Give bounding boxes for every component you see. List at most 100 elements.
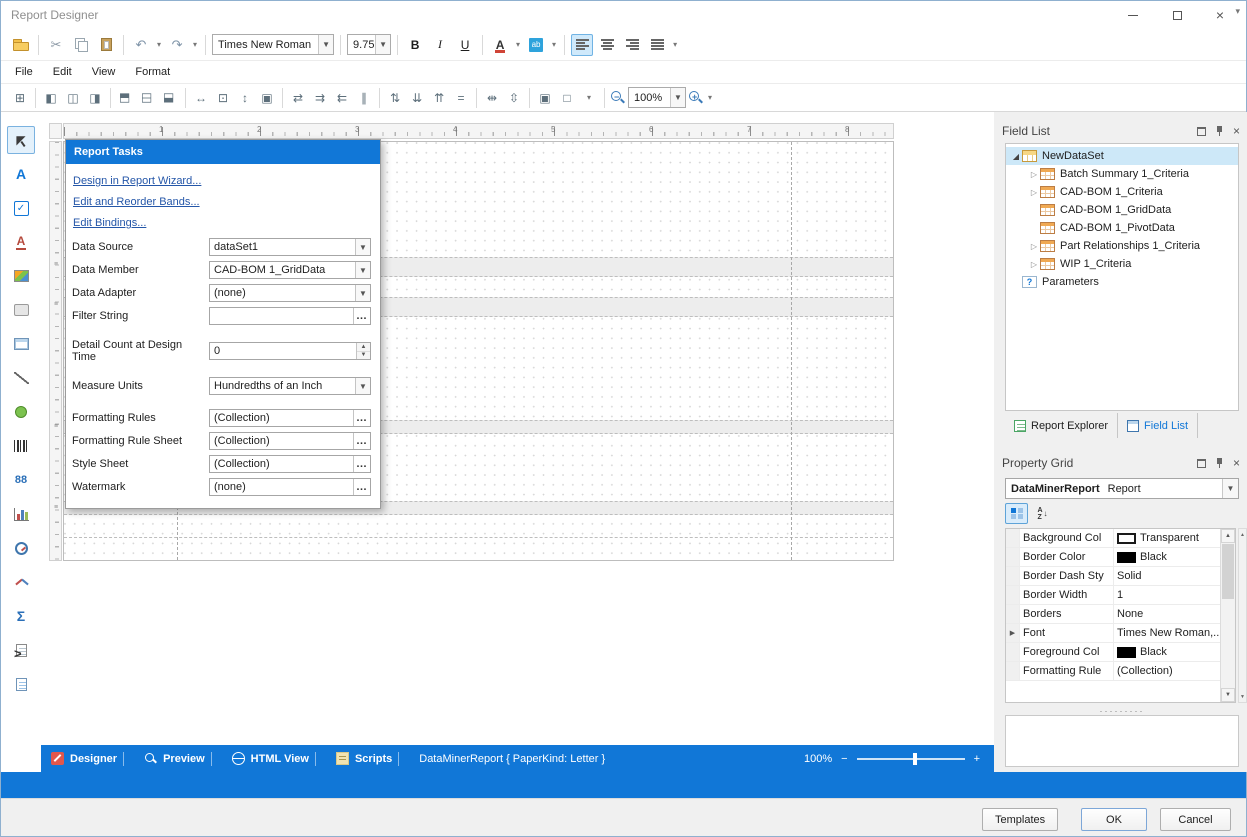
ellipsis-button[interactable]: … — [353, 479, 370, 495]
property-value[interactable]: Transparent — [1114, 529, 1220, 547]
font-color-button[interactable]: A — [489, 34, 511, 56]
tool-barcode[interactable] — [7, 432, 35, 460]
chevron-down-icon[interactable]: ▼ — [1222, 479, 1238, 498]
property-value[interactable]: Solid — [1114, 567, 1220, 585]
field-editor[interactable]: 0 ▼ … ▲▼ — [209, 342, 371, 360]
zoom-slider[interactable] — [857, 758, 965, 760]
field-value[interactable]: 0 — [210, 343, 356, 359]
dropdown-button[interactable]: ▼ — [355, 262, 370, 278]
size-to-grid[interactable] — [213, 88, 233, 108]
templates-button[interactable]: Templates — [982, 808, 1058, 831]
field-editor[interactable]: (Collection) ▼ … ▲▼ — [209, 455, 371, 473]
property-row[interactable]: ▶ Foreground Col Black — [1006, 643, 1220, 662]
row-expander-icon[interactable]: ▶ — [1010, 629, 1015, 637]
scroll-down-icon[interactable]: ▼ — [1221, 688, 1235, 702]
property-value[interactable]: 1 — [1114, 586, 1220, 604]
align-center-button[interactable] — [596, 34, 618, 56]
align-lefts[interactable] — [41, 88, 61, 108]
tool-pageinfo[interactable] — [7, 670, 35, 698]
toolbox-overflow-icon[interactable]: > — [14, 646, 22, 661]
scroll-up-icon[interactable]: ▲ — [1239, 530, 1246, 539]
ellipsis-button[interactable]: … — [353, 308, 370, 324]
align-tops[interactable] — [116, 88, 136, 108]
property-value[interactable]: None — [1114, 605, 1220, 623]
zoom-in-button[interactable]: + — [974, 753, 980, 765]
chevron-down-icon[interactable]: ▼ — [318, 35, 333, 54]
tool-pointer[interactable] — [7, 126, 35, 154]
band-handle[interactable]: ≡ — [51, 260, 61, 270]
field-list-node[interactable]: Parameters — [1006, 273, 1238, 291]
property-value[interactable]: Times New Roman,... — [1114, 624, 1220, 642]
property-row[interactable]: ▶ Background Col Transparent — [1006, 529, 1220, 548]
band-handle[interactable]: ≡ — [51, 503, 61, 513]
toolbar1-overflow-chevron[interactable]: ▾ — [671, 40, 679, 49]
same-size[interactable] — [257, 88, 277, 108]
field-value[interactable]: (Collection) — [210, 433, 353, 449]
property-row[interactable]: ▶ Font Times New Roman,... — [1006, 624, 1220, 643]
italic-button[interactable]: I — [429, 34, 451, 56]
tree-expander-icon[interactable] — [1028, 188, 1040, 197]
send-to-back[interactable] — [557, 88, 577, 108]
field-editor[interactable]: ▼ … ▲▼ — [209, 307, 371, 325]
dropdown-button[interactable]: ▼ — [355, 239, 370, 255]
bring-to-front[interactable] — [535, 88, 555, 108]
zoom-in-icon[interactable]: + — [688, 90, 704, 106]
chevron-down-icon[interactable]: ▼ — [670, 88, 685, 107]
tab-html-view[interactable]: HTML View — [222, 745, 326, 772]
align-left-button[interactable] — [571, 34, 593, 56]
field-value[interactable]: CAD-BOM 1_GridData — [210, 262, 355, 278]
zoom-slider-thumb[interactable] — [913, 753, 917, 765]
menu-edit[interactable]: Edit — [43, 63, 82, 81]
font-name-combo[interactable]: Times New Roman ▼ — [212, 34, 334, 55]
alphabetical-button[interactable]: AZ↓ — [1031, 503, 1054, 524]
field-list-node[interactable]: Batch Summary 1_Criteria — [1006, 165, 1238, 183]
field-value[interactable] — [210, 308, 353, 324]
redo-button[interactable]: ↷ — [166, 34, 188, 56]
copy-button[interactable] — [70, 34, 92, 56]
same-width[interactable] — [191, 88, 211, 108]
highlight-color-chevron[interactable]: ▾ — [550, 40, 558, 49]
tool-zipcode[interactable] — [7, 466, 35, 494]
tool-gauge[interactable] — [7, 534, 35, 562]
tool-pivot[interactable] — [7, 602, 35, 630]
center-vertically[interactable] — [504, 88, 524, 108]
zoom-dropdown-chevron[interactable]: ▾ — [706, 93, 714, 102]
menubar-overflow-chevron[interactable]: ▾ — [1235, 6, 1240, 17]
h-space-decrease[interactable] — [332, 88, 352, 108]
align-rights[interactable] — [85, 88, 105, 108]
h-space-remove[interactable] — [354, 88, 374, 108]
field-value[interactable]: dataSet1 — [210, 239, 355, 255]
property-value[interactable]: Black — [1114, 548, 1220, 566]
tree-expander-icon[interactable] — [1028, 242, 1040, 251]
spinner-buttons[interactable]: ▲▼ — [356, 343, 370, 359]
tool-shape[interactable] — [7, 398, 35, 426]
open-button[interactable] — [10, 34, 32, 56]
dropdown-button[interactable]: ▼ — [355, 285, 370, 301]
center-horizontally[interactable] — [482, 88, 502, 108]
tree-expander-icon[interactable] — [1028, 170, 1040, 179]
align-bottoms[interactable] — [160, 88, 180, 108]
close-icon[interactable]: × — [1233, 457, 1240, 469]
field-value[interactable]: (Collection) — [210, 456, 353, 472]
h-space-increase[interactable] — [310, 88, 330, 108]
property-row[interactable]: ▶ Formatting Rule (Collection) — [1006, 662, 1220, 681]
pin-icon[interactable] — [1215, 457, 1224, 469]
component-selector-combo[interactable]: DataMinerReport Report ▼ — [1005, 478, 1239, 499]
tool-checkbox[interactable] — [7, 194, 35, 222]
design-in-report-wizard-link[interactable]: Design in Report Wizard... — [73, 175, 201, 187]
field-editor[interactable]: CAD-BOM 1_GridData ▼ … ▲▼ — [209, 261, 371, 279]
field-list-node[interactable]: CAD-BOM 1_PivotData — [1006, 219, 1238, 237]
v-space-equal[interactable] — [385, 88, 405, 108]
scrollbar-thumb[interactable] — [1222, 544, 1234, 599]
minimize-button[interactable] — [1112, 1, 1154, 29]
field-list-node[interactable]: WIP 1_Criteria — [1006, 255, 1238, 273]
tool-line[interactable] — [7, 364, 35, 392]
band-handle[interactable]: ≡ — [51, 300, 61, 310]
field-editor[interactable]: (Collection) ▼ … ▲▼ — [209, 432, 371, 450]
categorized-button[interactable] — [1005, 503, 1028, 524]
underline-button[interactable]: U — [454, 34, 476, 56]
vertical-ruler[interactable] — [49, 141, 62, 561]
edit-and-reorder-bands-link[interactable]: Edit and Reorder Bands... — [73, 196, 200, 208]
undo-dropdown-chevron[interactable]: ▾ — [155, 40, 163, 49]
paste-button[interactable] — [95, 34, 117, 56]
